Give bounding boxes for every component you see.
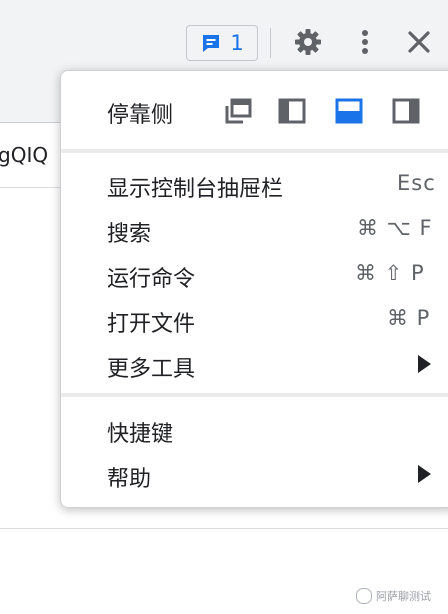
menu-item-show-console-drawer[interactable]: 显示控制台抽屉栏 Esc [61, 163, 448, 207]
menu-item-label: 打开文件 [107, 312, 196, 337]
settings-button[interactable] [293, 27, 323, 57]
menu-separator [61, 393, 448, 397]
menu-item-shortcut: ⌘ ⌥ F [357, 216, 433, 240]
menu-item-help[interactable]: 帮助 [61, 453, 448, 497]
menu-item-label: 更多工具 [107, 357, 196, 382]
kebab-menu-icon [362, 30, 368, 54]
gear-icon [295, 29, 321, 55]
menu-separator [61, 149, 448, 153]
menu-item-label: 帮助 [107, 467, 152, 492]
content-divider [0, 528, 448, 529]
menu-item-open-file[interactable]: 打开文件 ⌘ P [61, 298, 448, 342]
dock-to-bottom-icon[interactable] [335, 98, 363, 124]
watermark: 阿萨聊测试 [356, 588, 431, 604]
customize-menu-button[interactable] [350, 27, 380, 57]
dock-side-row: 停靠侧 [61, 89, 448, 133]
content-text: gQIQ [0, 143, 49, 167]
dock-to-right-icon[interactable] [392, 98, 420, 124]
close-devtools-button[interactable] [404, 27, 434, 57]
menu-item-more-tools[interactable]: 更多工具 [61, 343, 448, 387]
menu-item-search[interactable]: 搜索 ⌘ ⌥ F [61, 208, 448, 252]
dock-side-label: 停靠侧 [107, 103, 174, 128]
dock-to-left-icon[interactable] [278, 98, 306, 124]
watermark-text: 阿萨聊测试 [376, 590, 431, 603]
menu-item-label: 运行命令 [107, 267, 196, 292]
issues-button[interactable]: 1 [186, 25, 258, 61]
submenu-arrow-icon [418, 465, 431, 483]
customize-menu: 停靠侧 显示控制台抽屉栏 Esc 搜索 ⌘ ⌥ F 运行命令 ⌘ ⇧ P 打开文… [60, 70, 448, 508]
toolbar-divider [270, 28, 271, 58]
menu-item-shortcut: ⌘ ⇧ P [355, 261, 425, 285]
menu-item-shortcut: ⌘ P [387, 306, 431, 330]
menu-item-label: 快捷键 [107, 422, 174, 447]
menu-item-shortcuts[interactable]: 快捷键 [61, 408, 448, 452]
issues-count: 1 [230, 31, 244, 55]
menu-item-shortcut: Esc [397, 171, 436, 195]
wechat-icon [356, 588, 372, 604]
submenu-arrow-icon [418, 355, 431, 373]
menu-item-label: 搜索 [107, 222, 152, 247]
undock-into-separate-window-icon[interactable] [224, 98, 252, 124]
menu-item-label: 显示控制台抽屉栏 [107, 177, 284, 202]
close-icon [408, 31, 430, 53]
menu-item-run-command[interactable]: 运行命令 ⌘ ⇧ P [61, 253, 448, 297]
issues-icon [203, 35, 220, 52]
